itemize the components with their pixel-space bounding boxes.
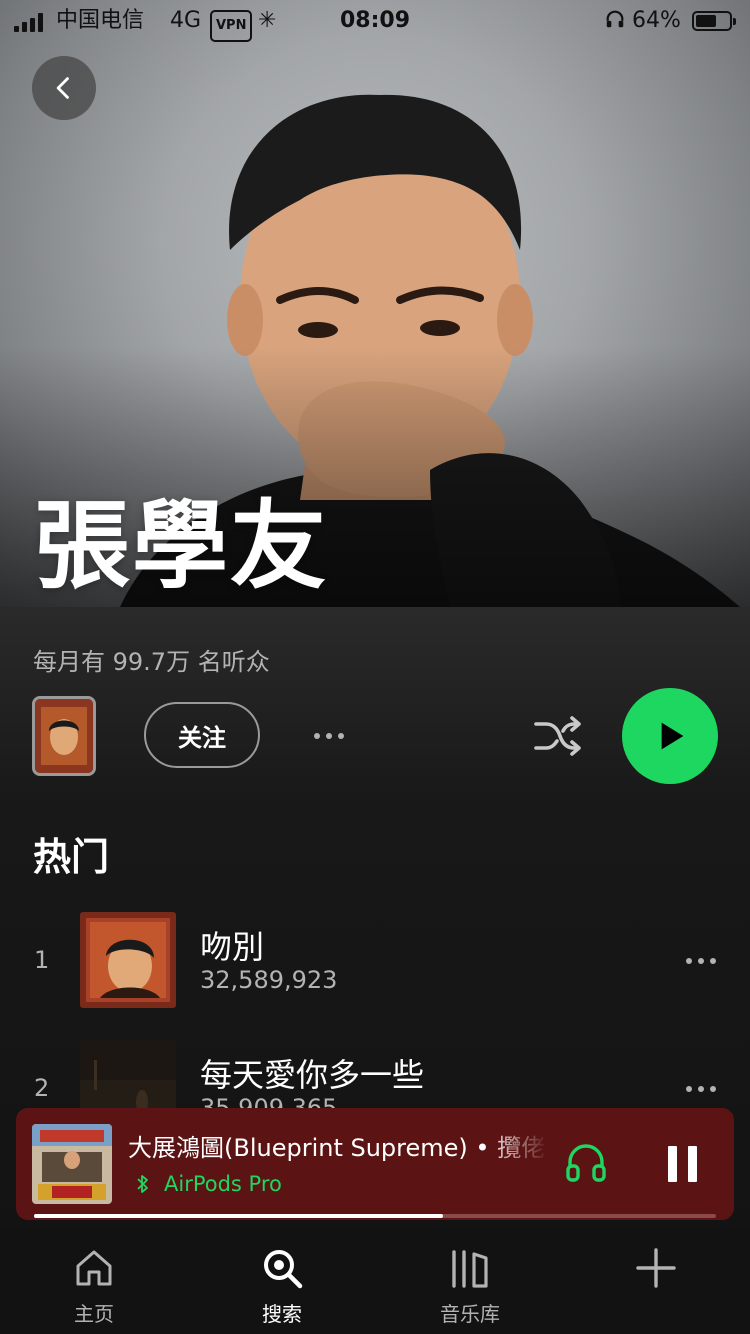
progress-fill: [34, 1214, 444, 1218]
popular-section-title: 热门: [33, 835, 110, 879]
playback-device[interactable]: AirPods Pro: [136, 1172, 282, 1196]
more-options-icon[interactable]: [314, 733, 344, 739]
signal-icon: [14, 12, 48, 32]
track-title: 每天愛你多一些: [200, 1056, 425, 1094]
network-type: 4G: [170, 8, 202, 33]
tab-search[interactable]: 搜索: [212, 1226, 352, 1334]
carrier-label: 中国电信: [56, 8, 145, 33]
status-bar: 中国电信 4G VPN ✳ 08:09 64%: [0, 0, 750, 44]
track-cover: [80, 912, 176, 1008]
now-playing-title: 大展鴻圖(Blueprint Supreme) • 攬佬: [128, 1134, 546, 1162]
artist-name: 張學友: [34, 490, 328, 602]
loading-icon: ✳: [258, 8, 277, 33]
play-button[interactable]: [622, 688, 718, 784]
connect-device-icon[interactable]: [564, 1140, 608, 1184]
now-playing-cover: [32, 1124, 112, 1204]
battery-icon: [692, 11, 736, 31]
chevron-left-icon: [56, 77, 69, 99]
bluetooth-icon: [137, 1175, 148, 1193]
tab-label: 主页: [74, 1302, 114, 1326]
tab-home[interactable]: 主页: [24, 1226, 164, 1334]
tab-library[interactable]: 音乐库: [400, 1226, 540, 1334]
now-playing-title-wrap: 大展鴻圖(Blueprint Supreme) • 攬佬: [128, 1128, 548, 1162]
tab-label: 搜索: [262, 1302, 302, 1326]
pause-icon: [668, 1146, 677, 1182]
home-icon: [76, 1250, 112, 1286]
headphones-status-icon: [604, 8, 626, 36]
tab-create[interactable]: [586, 1226, 726, 1334]
clock: 08:09: [340, 8, 411, 33]
tab-label: 音乐库: [440, 1302, 500, 1326]
playback-progress[interactable]: [34, 1214, 716, 1218]
now-playing-bar[interactable]: 大展鴻圖(Blueprint Supreme) • 攬佬 AirPods Pro: [16, 1108, 734, 1220]
track-rank: 1: [34, 946, 50, 974]
plus-icon: [636, 1248, 676, 1288]
back-button[interactable]: [32, 56, 96, 120]
shuffle-icon[interactable]: [534, 714, 582, 758]
track-more-icon[interactable]: [686, 958, 716, 964]
search-icon: [264, 1250, 303, 1289]
track-rank: 2: [34, 1074, 50, 1102]
library-icon: [452, 1250, 488, 1288]
device-name: AirPods Pro: [164, 1172, 282, 1196]
track-title: 吻別: [200, 928, 265, 966]
track-more-icon[interactable]: [686, 1086, 716, 1092]
pause-button[interactable]: [668, 1146, 698, 1182]
track-play-count: 32,589,923: [200, 966, 338, 994]
monthly-listeners: 每月有 99.7万 名听众: [33, 648, 270, 676]
thumbnail-image: [35, 699, 93, 773]
track-row[interactable]: 1 吻別 32,589,923: [0, 912, 750, 1012]
artist-thumbnail[interactable]: [32, 696, 96, 776]
battery-percent: 64%: [632, 8, 681, 33]
bottom-tab-bar: 主页 搜索 音乐库: [0, 1226, 750, 1334]
play-icon: [661, 722, 684, 750]
vpn-badge: VPN: [210, 10, 253, 42]
follow-button[interactable]: 关注: [144, 702, 260, 768]
